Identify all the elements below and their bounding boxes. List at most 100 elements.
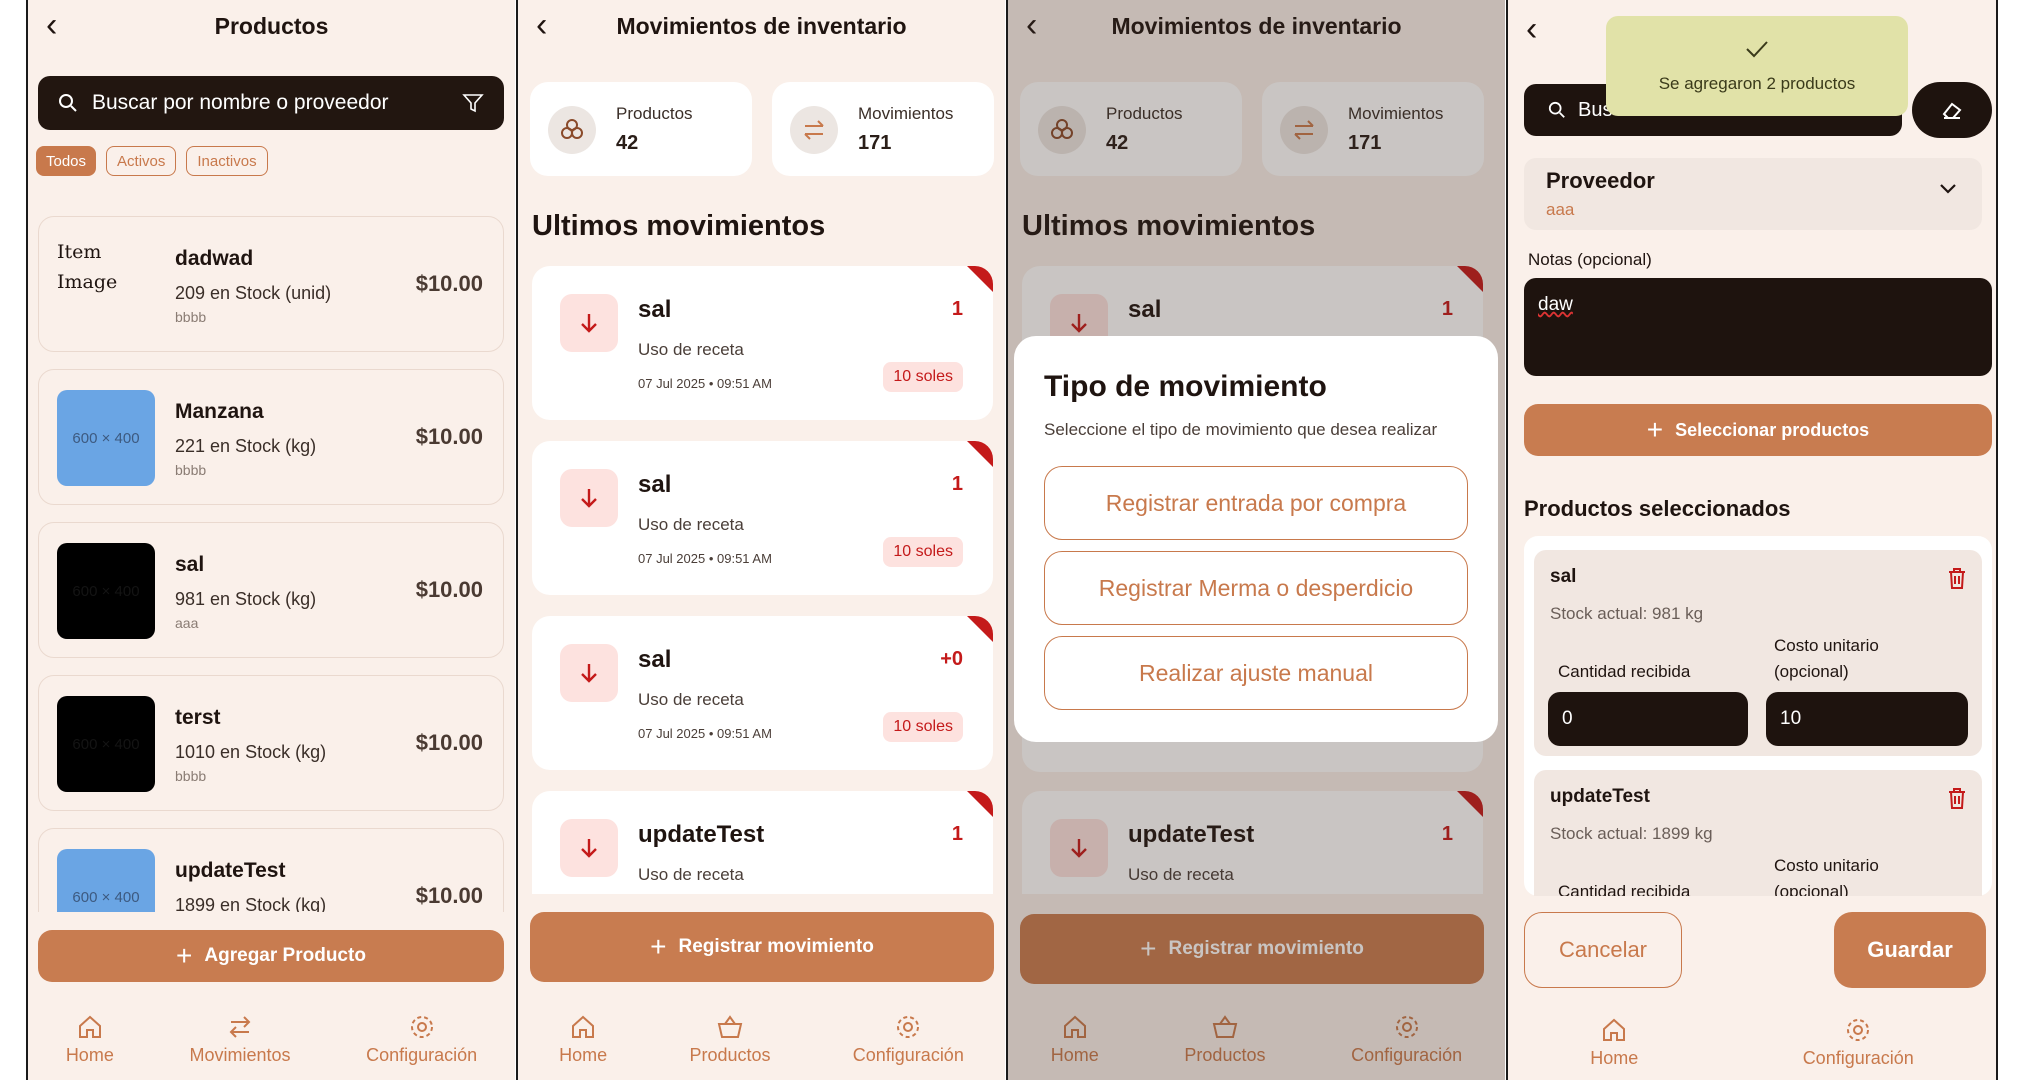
- corner-flag: [967, 441, 993, 467]
- product-stock: 981 en Stock (kg): [175, 589, 317, 609]
- movement-cost-badge: 10 soles: [883, 537, 963, 567]
- nav-configuracion[interactable]: Configuración: [853, 1013, 964, 1066]
- selected-product-stock: Stock actual: 1899 kg: [1550, 824, 1713, 843]
- modal-subtitle: Seleccione el tipo de movimiento que des…: [1044, 420, 1438, 439]
- movement-name: updateTest: [638, 821, 765, 848]
- supplier-label: Proveedor: [1546, 168, 1655, 193]
- product-card[interactable]: 600 × 400 terst 1010 en Stock (kg) bbbb …: [38, 675, 504, 811]
- purchase-entry-screen: ‹ Bus Se agregaron 2 productos Proveedor…: [1508, 0, 1996, 1080]
- back-arrow-icon[interactable]: ‹: [536, 8, 547, 42]
- back-arrow-icon[interactable]: ‹: [46, 8, 57, 42]
- movement-type-modal-screen: ‹ Movimientos de inventario Productos 42…: [1008, 0, 1505, 1080]
- movement-name: sal: [638, 296, 672, 323]
- product-name: updateTest: [175, 859, 286, 882]
- add-product-label: Agregar Producto: [204, 945, 366, 966]
- notes-textarea[interactable]: daw: [1524, 278, 1992, 376]
- supplier-select[interactable]: Proveedor aaa: [1524, 158, 1982, 230]
- option-waste[interactable]: Registrar Merma o desperdicio: [1044, 551, 1468, 625]
- products-screen: ‹ Productos Buscar por nombre o proveedo…: [28, 0, 515, 1080]
- nav-configuracion-label: Configuración: [1802, 1047, 1914, 1068]
- filter-icon[interactable]: [462, 92, 484, 114]
- back-arrow-icon[interactable]: ‹: [1526, 12, 1537, 46]
- movement-date: 07 Jul 2025 • 09:51 AM: [638, 376, 772, 391]
- trash-icon[interactable]: [1946, 786, 1968, 810]
- bottom-nav: Home Movimientos Configuración: [28, 998, 515, 1080]
- corner-flag: [967, 791, 993, 817]
- chip-todos[interactable]: Todos: [36, 146, 97, 176]
- basket-icon: [716, 1013, 744, 1041]
- movement-cost-badge: 10 soles: [883, 362, 963, 392]
- stat-movements: Movimientos 171: [772, 82, 994, 176]
- register-movement-button[interactable]: + Registrar movimiento: [530, 912, 994, 982]
- nav-configuracion-label: Configuración: [852, 1044, 964, 1065]
- nav-home-label: Home: [559, 1044, 608, 1065]
- gear-icon: [408, 1013, 436, 1041]
- movement-type-modal: Tipo de movimiento Seleccione el tipo de…: [1014, 336, 1498, 742]
- eraser-icon: [1940, 98, 1964, 122]
- chip-inactivos[interactable]: Inactivos: [186, 146, 268, 176]
- eraser-button[interactable]: [1912, 82, 1992, 138]
- movement-type: Uso de receta: [638, 690, 744, 709]
- nav-home[interactable]: Home: [1590, 1016, 1638, 1069]
- search-icon: [1548, 101, 1566, 119]
- stat-value: 171: [858, 132, 892, 154]
- product-price: $10.00: [415, 883, 483, 908]
- movement-type: Uso de receta: [638, 515, 744, 534]
- qty-input[interactable]: 0: [1548, 692, 1748, 746]
- nav-home-label: Home: [65, 1044, 114, 1065]
- product-stock: 209 en Stock (unid): [175, 283, 332, 303]
- nav-home[interactable]: Home: [559, 1013, 607, 1066]
- product-stock: 1010 en Stock (kg): [175, 742, 327, 762]
- search-input[interactable]: Buscar por nombre o proveedor: [92, 91, 462, 115]
- notes-label: Notas (opcional): [1528, 250, 1652, 269]
- select-products-button[interactable]: + Seleccionar productos: [1524, 404, 1992, 456]
- home-icon: [1600, 1016, 1628, 1044]
- nav-movimientos[interactable]: Movimientos: [189, 1013, 290, 1066]
- movement-card[interactable]: sal Uso de receta 07 Jul 2025 • 09:51 AM…: [532, 616, 993, 770]
- nav-home[interactable]: Home: [66, 1013, 114, 1066]
- movement-card[interactable]: sal Uso de receta 07 Jul 2025 • 09:51 AM…: [532, 441, 993, 595]
- option-manual-adjust[interactable]: Realizar ajuste manual: [1044, 636, 1468, 710]
- product-supplier: bbbb: [175, 768, 207, 784]
- movement-cost-badge: 10 soles: [883, 712, 963, 742]
- product-image: Item Image: [57, 241, 118, 293]
- swap-icon: [790, 106, 838, 154]
- product-card[interactable]: 600 × 400 sal 981 en Stock (kg) aaa $10.…: [38, 522, 504, 658]
- nav-configuracion[interactable]: Configuración: [1803, 1016, 1914, 1069]
- product-card[interactable]: Item Image dadwad 209 en Stock (unid) bb…: [38, 216, 504, 352]
- add-product-button[interactable]: + Agregar Producto: [38, 930, 504, 982]
- cost-label-optional: (opcional): [1774, 662, 1849, 681]
- option-purchase-entry[interactable]: Registrar entrada por compra: [1044, 466, 1468, 540]
- select-products-label: Seleccionar productos: [1675, 419, 1870, 440]
- home-icon: [76, 1013, 104, 1041]
- movement-qty: 1: [951, 473, 963, 495]
- header: ‹ Movimientos de inventario: [518, 0, 1005, 52]
- plus-icon: +: [1646, 414, 1664, 445]
- qty-label: Cantidad recibida: [1558, 662, 1691, 681]
- movement-card[interactable]: sal Uso de receta 07 Jul 2025 • 09:51 AM…: [532, 266, 993, 420]
- save-button[interactable]: Guardar: [1834, 912, 1986, 988]
- trash-icon[interactable]: [1946, 566, 1968, 590]
- product-price: $10.00: [415, 424, 483, 449]
- cost-input[interactable]: 10: [1766, 692, 1968, 746]
- stat-products: Productos 42: [530, 82, 752, 176]
- arrow-down-icon: [560, 819, 618, 877]
- selected-product-card: sal Stock actual: 981 kg Cantidad recibi…: [1534, 550, 1982, 756]
- search-bar[interactable]: Buscar por nombre o proveedor: [38, 76, 504, 130]
- corner-flag: [967, 266, 993, 292]
- product-image: 600 × 400: [57, 390, 155, 486]
- page-title: Productos: [214, 12, 329, 39]
- nav-productos[interactable]: Productos: [689, 1013, 770, 1066]
- movement-date: 07 Jul 2025 • 09:51 AM: [638, 551, 772, 566]
- movement-date: 07 Jul 2025 • 09:51 AM: [638, 726, 772, 741]
- movements-screen: ‹ Movimientos de inventario Productos 42…: [518, 0, 1005, 1080]
- nav-home-label: Home: [1590, 1047, 1639, 1068]
- product-card[interactable]: 600 × 400 Manzana 221 en Stock (kg) bbbb…: [38, 369, 504, 505]
- cancel-button[interactable]: Cancelar: [1524, 912, 1682, 988]
- product-supplier: bbbb: [175, 309, 207, 325]
- filter-chips: Todos Activos Inactivos: [36, 146, 268, 176]
- nav-configuracion[interactable]: Configuración: [366, 1013, 477, 1066]
- movement-qty: 1: [951, 298, 963, 320]
- product-name: terst: [175, 706, 221, 729]
- chip-activos[interactable]: Activos: [106, 146, 177, 176]
